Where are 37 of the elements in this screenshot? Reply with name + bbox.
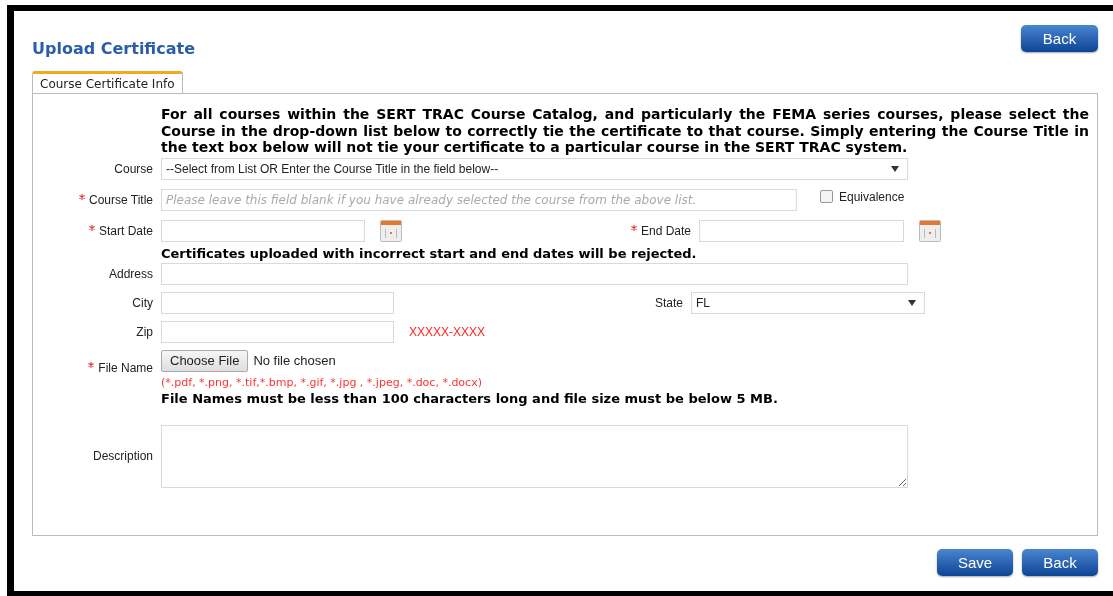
dropdown-caret-icon <box>908 299 916 306</box>
date-warning-text: Certificates uploaded with incorrect start and end dates will be rejected. <box>161 245 697 262</box>
state-select[interactable]: FL <box>691 291 925 314</box>
choose-file-button[interactable]: Choose File <box>161 349 249 372</box>
end-date-field[interactable] <box>699 219 904 242</box>
field-label: Course Title <box>88 191 153 209</box>
file-status: No file chosen <box>253 351 336 370</box>
field-label: File Name <box>98 359 153 377</box>
tab[interactable]: Course Certificate Info <box>32 71 183 93</box>
field-label: City <box>132 294 153 312</box>
address-field[interactable] <box>161 262 908 285</box>
calendar-icon[interactable] <box>380 219 402 242</box>
zip-field[interactable] <box>161 320 394 343</box>
description-field[interactable] <box>161 424 908 488</box>
field-label: Start Date <box>98 222 153 240</box>
zip-format-hint: XXXXX-XXXX <box>409 323 486 341</box>
field-label: Description <box>92 448 153 465</box>
file-size-note: File Names must be less than 100 characters long and file size must be below 5 MB. <box>161 390 778 407</box>
field-label: Address <box>108 265 153 283</box>
equivalence-checkbox[interactable] <box>820 190 833 203</box>
calendar-icon[interactable] <box>919 219 941 242</box>
file-types-text: (*.pdf, *.png, *.tif,*.bmp, *.gif, *.jpg , *.jpeg, *.doc, *.docx) <box>161 375 482 389</box>
field-label: Zip <box>136 323 153 341</box>
dropdown-caret-icon <box>891 165 899 172</box>
save-button[interactable]: Save <box>937 549 1013 576</box>
field-label: State <box>654 294 683 312</box>
field-label: Course <box>114 160 153 178</box>
equivalence-label: Equivalence <box>839 188 905 206</box>
start-date-field[interactable] <box>161 219 365 242</box>
city-field[interactable] <box>161 291 394 314</box>
course-title-field[interactable]: Please leave this field blank if you have already selected the course from the above list. <box>161 188 797 211</box>
back-button[interactable]: Back <box>1022 549 1098 576</box>
page-title: Upload Certificate <box>32 38 195 60</box>
course-select[interactable]: --Select from List OR Enter the Course Title in the field below-- <box>161 157 908 180</box>
field-label: End Date <box>640 222 691 240</box>
back-button[interactable]: Back <box>1021 25 1098 52</box>
instructions-text: For all courses within the SERT TRAC Course Catalog, and particularly the FEMA series courses, please select the Course in the drop-down list below to correctly tie the certificate to that course. Simply entering the Course Title in the text box below will not tie your certificate to a particular course in the SERT TRAC system. <box>161 106 1089 156</box>
